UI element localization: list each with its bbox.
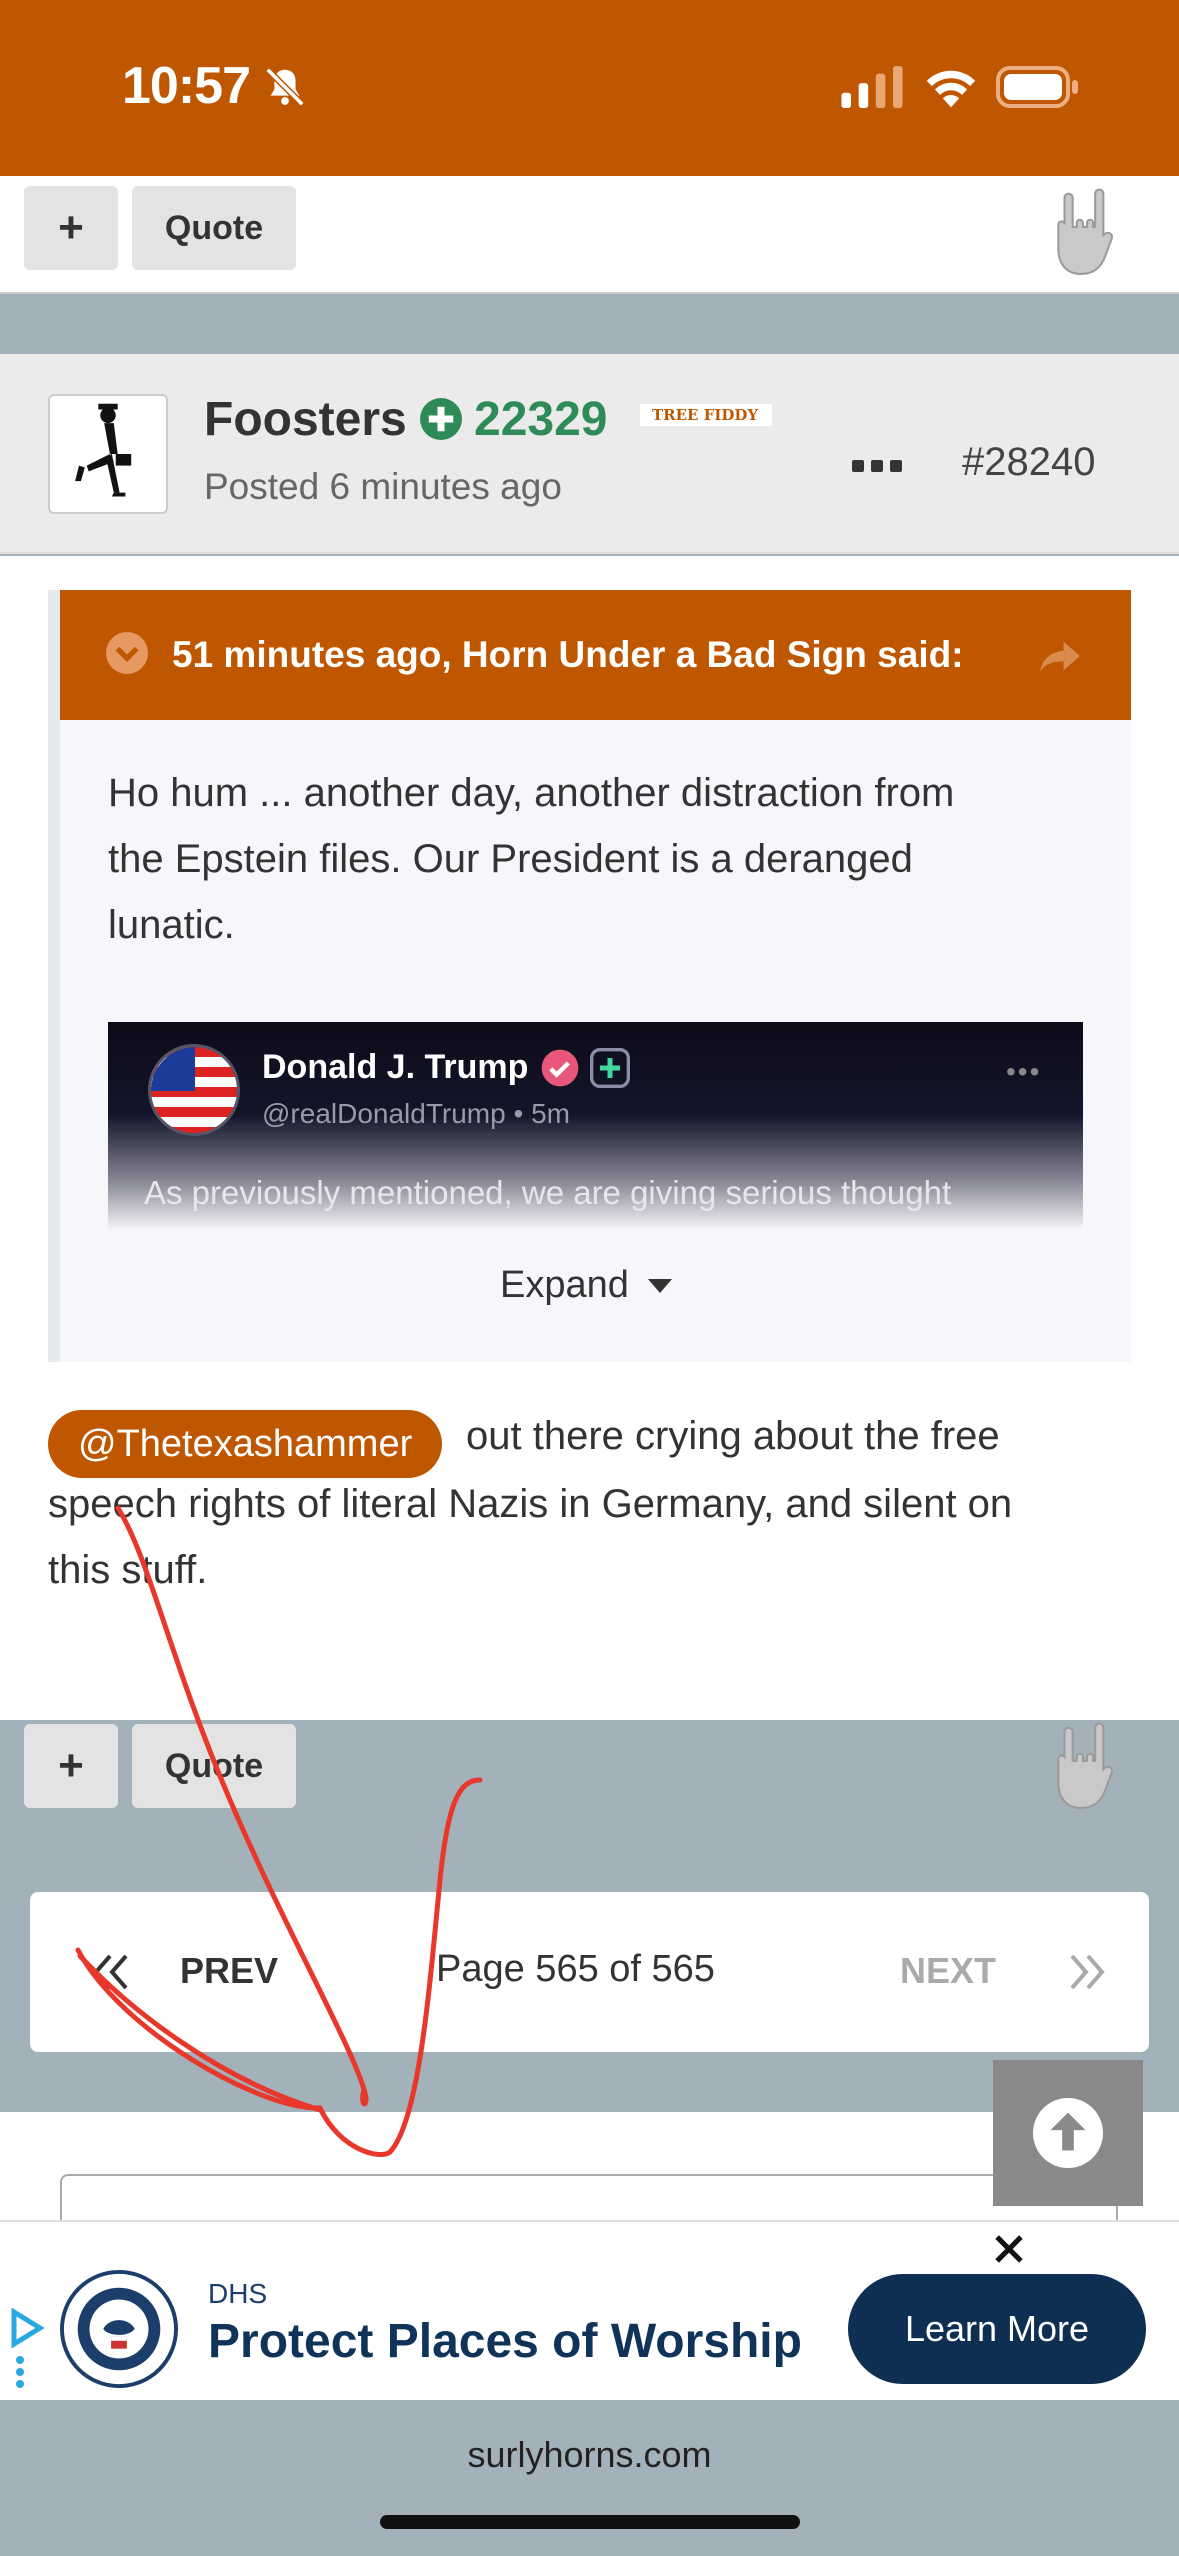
caret-down-icon [647, 1278, 672, 1293]
plus-button[interactable]: + [24, 186, 118, 270]
plus-badge-icon [590, 1048, 630, 1088]
ad-sponsor: DHS [208, 2278, 268, 2309]
close-ad-icon[interactable] [992, 2232, 1026, 2266]
previous-post-actions: + Quote [0, 176, 1179, 294]
adchoices-icon[interactable] [8, 2308, 44, 2388]
cellular-signal-icon [841, 66, 903, 108]
wifi-icon [926, 70, 976, 108]
scroll-to-top-button[interactable] [993, 2060, 1143, 2206]
post-text-line: out there crying about the free [466, 1414, 1000, 1458]
hook-em-reaction-icon[interactable] [1052, 1720, 1122, 1810]
plus-button[interactable]: + [24, 1724, 118, 1808]
post-author[interactable]: Foosters [204, 392, 407, 447]
post-header: Foosters 22329 TREE FIDDY Posted 6 minut… [0, 354, 1179, 554]
page-indicator[interactable]: Page 565 of 565 [436, 1948, 715, 1991]
bell-muted-icon [265, 67, 305, 107]
tree-fiddy-badge: TREE FIDDY [640, 404, 772, 426]
quote-button[interactable]: Quote [132, 1724, 296, 1808]
last-page-icon[interactable] [1066, 1954, 1106, 1990]
dhs-seal-logo [60, 2270, 178, 2388]
arrow-up-circle-icon [1033, 2098, 1103, 2168]
reputation-plus-icon [420, 398, 462, 440]
quote-line: Ho hum ... another day, another distract… [108, 771, 955, 815]
embed-handle: @realDonaldTrump • 5m [262, 1098, 570, 1129]
post-timestamp: Posted 6 minutes ago [204, 466, 562, 507]
post-text-line: speech rights of literal Nazis in German… [48, 1482, 1013, 1526]
embed-more-icon: ••• [1006, 1056, 1042, 1087]
hook-em-reaction-icon[interactable] [1052, 186, 1122, 276]
verified-badge-icon [541, 1049, 579, 1087]
quote-text: Ho hum ... another day, another distract… [108, 760, 1098, 958]
embed-author-name: Donald J. Trump [262, 1048, 529, 1086]
user-mention-link[interactable]: @Thetexashammer [48, 1410, 443, 1478]
embed-text: As previously mentioned, we are giving s… [144, 1174, 952, 1211]
post-body: 51 minutes ago, Horn Under a Bad Sign sa… [0, 556, 1179, 1809]
quote-attribution: 51 minutes ago, Horn Under a Bad Sign sa… [172, 634, 964, 675]
quote-header[interactable]: 51 minutes ago, Horn Under a Bad Sign sa… [60, 590, 1131, 720]
embedded-social-post[interactable]: Donald J. Trump @realDonaldTrump • 5m ••… [108, 1022, 1083, 1228]
browser-domain[interactable]: surlyhorns.com [0, 2434, 1179, 2476]
pagination: PREV Page 565 of 565 NEXT [30, 1892, 1149, 2052]
ad-headline[interactable]: Protect Places of Worship [208, 2314, 802, 2369]
battery-icon [996, 66, 1078, 108]
status-bar: 10:57 [0, 0, 1179, 176]
quote-line: the Epstein files. Our President is a de… [108, 837, 913, 881]
more-options-icon[interactable] [852, 458, 902, 474]
collapse-quote-chevron-icon[interactable] [106, 632, 148, 674]
next-page-button[interactable]: NEXT [900, 1950, 996, 1992]
post-number-link[interactable]: #28240 [962, 440, 1095, 485]
post-text-line: this stuff. [48, 1548, 208, 1592]
status-time: 10:57 [122, 57, 251, 115]
home-indicator[interactable] [380, 2515, 800, 2529]
embed-avatar [148, 1044, 240, 1136]
quote-line: lunatic. [108, 903, 235, 947]
learn-more-button[interactable]: Learn More [848, 2274, 1146, 2384]
user-avatar[interactable] [48, 394, 168, 514]
prev-page-button[interactable]: PREV [180, 1950, 278, 1992]
expand-label: Expand [500, 1264, 629, 1306]
expand-quote-button[interactable]: Expand [500, 1264, 673, 1307]
badge-label: TREE FIDDY [652, 406, 759, 424]
advertisement-banner[interactable]: DHS Protect Places of Worship Learn More [0, 2220, 1179, 2400]
go-to-quoted-post-icon[interactable] [1038, 638, 1082, 674]
reputation-count: 22329 [474, 393, 608, 446]
first-page-icon[interactable] [92, 1954, 132, 1990]
silly-walk-figure-icon [75, 403, 132, 497]
post-separator [0, 296, 1179, 354]
quote-button[interactable]: Quote [132, 186, 296, 270]
